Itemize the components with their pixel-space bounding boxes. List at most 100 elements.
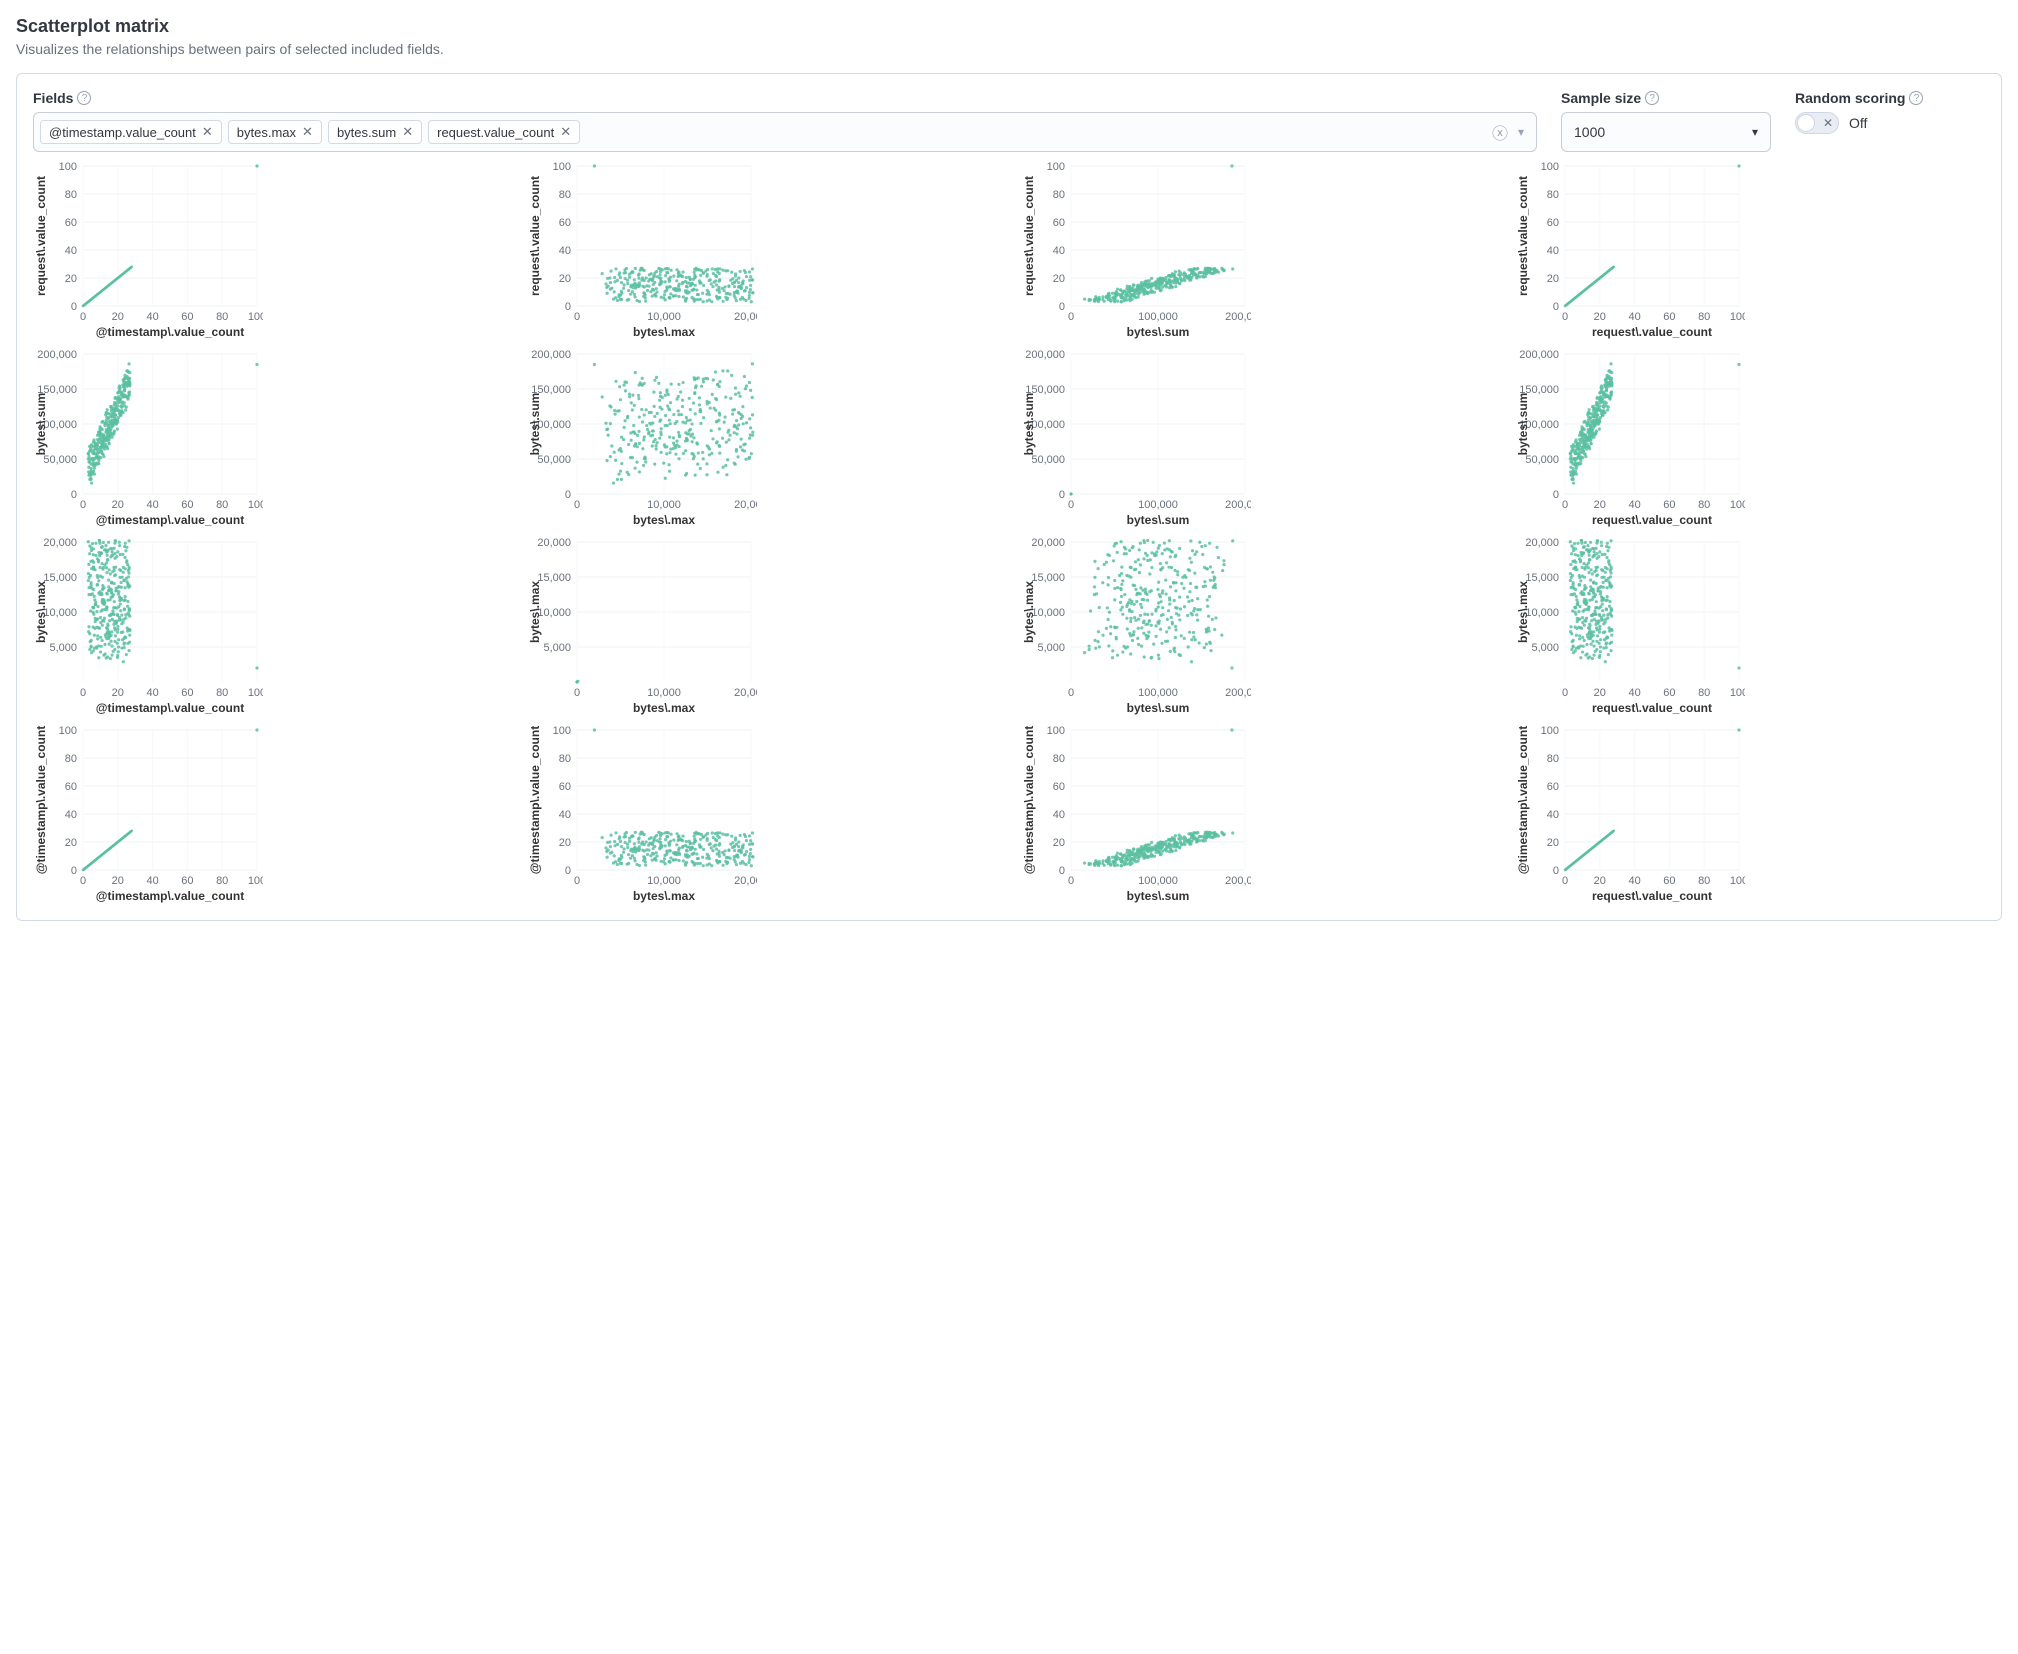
- svg-text:80: 80: [1698, 311, 1710, 323]
- scatter-cell: 050,000100,000150,000200,000020406080100…: [1515, 348, 1985, 528]
- svg-text:200,000: 200,000: [1225, 875, 1251, 887]
- svg-text:40: 40: [146, 875, 158, 887]
- svg-text:0: 0: [1553, 865, 1559, 877]
- help-icon[interactable]: ?: [1909, 91, 1923, 105]
- svg-text:bytes\.sum: bytes\.sum: [1516, 393, 1530, 456]
- field-chip[interactable]: request.value_count✕: [428, 120, 580, 144]
- svg-text:100: 100: [248, 499, 263, 511]
- close-icon[interactable]: ✕: [402, 124, 413, 140]
- svg-text:40: 40: [146, 499, 158, 511]
- svg-text:request\.value_count: request\.value_count: [1022, 176, 1036, 296]
- svg-text:50,000: 50,000: [1525, 454, 1559, 466]
- svg-text:40: 40: [1628, 687, 1640, 699]
- sample-size-label: Sample size ?: [1561, 90, 1771, 106]
- svg-text:80: 80: [559, 189, 571, 201]
- svg-text:bytes\.max: bytes\.max: [34, 581, 48, 643]
- scatter-cell: 0204060801000100,000200,000@timestamp\.v…: [1021, 724, 1491, 904]
- svg-text:20: 20: [65, 273, 77, 285]
- svg-text:20,000: 20,000: [734, 311, 757, 323]
- scatter-cell: 5,00010,00015,00020,000020406080100bytes…: [33, 536, 503, 716]
- svg-text:20: 20: [1594, 875, 1606, 887]
- page-title: Scatterplot matrix: [16, 16, 2002, 37]
- scatter-cell: 020406080100020406080100request\.value_c…: [33, 160, 503, 340]
- svg-text:200,000: 200,000: [531, 349, 571, 361]
- svg-text:40: 40: [1628, 875, 1640, 887]
- help-icon[interactable]: ?: [1645, 91, 1659, 105]
- svg-text:100: 100: [1047, 725, 1065, 737]
- svg-text:200,000: 200,000: [1519, 349, 1559, 361]
- svg-text:60: 60: [1663, 499, 1675, 511]
- svg-text:60: 60: [559, 217, 571, 229]
- svg-text:100,000: 100,000: [1138, 875, 1178, 887]
- scatter-cell: 5,00010,00015,00020,000020406080100bytes…: [1515, 536, 1985, 716]
- scatter-count-vs-bsum: 0204060801000100,000200,000@timestamp\.v…: [1021, 724, 1251, 904]
- svg-text:bytes\.sum: bytes\.sum: [1127, 513, 1190, 527]
- scatterplot-panel: Fields ? @timestamp.value_count✕ bytes.m…: [16, 73, 2002, 921]
- svg-text:40: 40: [146, 311, 158, 323]
- close-icon[interactable]: ✕: [302, 124, 313, 140]
- svg-text:80: 80: [1698, 875, 1710, 887]
- random-scoring-label: Random scoring ?: [1795, 90, 1985, 106]
- svg-text:request\.value_count: request\.value_count: [528, 176, 542, 296]
- svg-text:bytes\.sum: bytes\.sum: [528, 393, 542, 456]
- svg-text:200,000: 200,000: [1225, 499, 1251, 511]
- svg-text:60: 60: [1663, 687, 1675, 699]
- field-chip[interactable]: bytes.max✕: [228, 120, 322, 144]
- svg-text:0: 0: [1562, 687, 1568, 699]
- svg-text:20: 20: [112, 311, 124, 323]
- svg-text:40: 40: [146, 687, 158, 699]
- field-chip[interactable]: bytes.sum✕: [328, 120, 422, 144]
- scatter-bsum-vs-bsum: 050,000100,000150,000200,0000100,000200,…: [1021, 348, 1251, 528]
- clear-all-icon[interactable]: ⓧ: [1492, 120, 1508, 144]
- svg-text:0: 0: [1068, 311, 1074, 323]
- close-icon[interactable]: ✕: [202, 124, 213, 140]
- scatter-cell: 020406080100010,00020,000@timestamp\.val…: [527, 724, 997, 904]
- svg-text:80: 80: [1698, 499, 1710, 511]
- scatter-bsum-vs-req: 050,000100,000150,000200,000020406080100…: [1515, 348, 1745, 528]
- svg-text:80: 80: [1698, 687, 1710, 699]
- svg-text:40: 40: [1628, 499, 1640, 511]
- svg-text:15,000: 15,000: [537, 572, 571, 584]
- help-icon[interactable]: ?: [77, 91, 91, 105]
- chevron-down-icon[interactable]: ▾: [1518, 125, 1524, 139]
- scatter-cell: 050,000100,000150,000200,000020406080100…: [33, 348, 503, 528]
- scatter-cell: 020406080100020406080100@timestamp\.valu…: [33, 724, 503, 904]
- fields-combobox[interactable]: @timestamp.value_count✕ bytes.max✕ bytes…: [33, 112, 1537, 152]
- svg-text:0: 0: [1068, 875, 1074, 887]
- svg-text:60: 60: [1547, 217, 1559, 229]
- svg-text:request\.value_count: request\.value_count: [1592, 325, 1712, 339]
- svg-text:bytes\.max: bytes\.max: [633, 701, 695, 715]
- svg-text:bytes\.max: bytes\.max: [633, 513, 695, 527]
- scatter-req-vs-req: 020406080100020406080100request\.value_c…: [1515, 160, 1745, 340]
- svg-text:200,000: 200,000: [1225, 311, 1251, 323]
- field-chip[interactable]: @timestamp.value_count✕: [40, 120, 222, 144]
- scatter-cell: 020406080100020406080100@timestamp\.valu…: [1515, 724, 1985, 904]
- svg-text:20: 20: [1547, 837, 1559, 849]
- scatter-req-vs-count: 020406080100020406080100request\.value_c…: [33, 160, 263, 340]
- scatter-cell: 050,000100,000150,000200,0000100,000200,…: [1021, 348, 1491, 528]
- svg-text:40: 40: [65, 809, 77, 821]
- toggle-state-label: Off: [1849, 115, 1867, 131]
- scatter-req-vs-bmax: 020406080100010,00020,000request\.value_…: [527, 160, 757, 340]
- sample-size-select[interactable]: 1000 ▾: [1561, 112, 1771, 152]
- svg-text:10,000: 10,000: [1525, 607, 1559, 619]
- svg-text:20,000: 20,000: [734, 687, 757, 699]
- scatter-bsum-vs-bmax: 050,000100,000150,000200,000010,00020,00…: [527, 348, 757, 528]
- svg-text:60: 60: [1053, 217, 1065, 229]
- svg-text:100: 100: [248, 875, 263, 887]
- svg-text:20,000: 20,000: [1525, 537, 1559, 549]
- svg-text:20: 20: [65, 837, 77, 849]
- svg-text:0: 0: [565, 489, 571, 501]
- close-icon[interactable]: ✕: [560, 124, 571, 140]
- svg-text:60: 60: [65, 781, 77, 793]
- svg-text:10,000: 10,000: [43, 607, 77, 619]
- svg-text:50,000: 50,000: [43, 454, 77, 466]
- svg-text:100: 100: [1730, 687, 1745, 699]
- random-scoring-toggle[interactable]: ✕: [1795, 112, 1839, 134]
- svg-text:80: 80: [1547, 189, 1559, 201]
- svg-text:40: 40: [65, 245, 77, 257]
- svg-text:0: 0: [565, 865, 571, 877]
- scatter-bmax-vs-bsum: 5,00010,00015,00020,0000100,000200,000by…: [1021, 536, 1251, 716]
- svg-text:20: 20: [1053, 837, 1065, 849]
- svg-text:60: 60: [181, 499, 193, 511]
